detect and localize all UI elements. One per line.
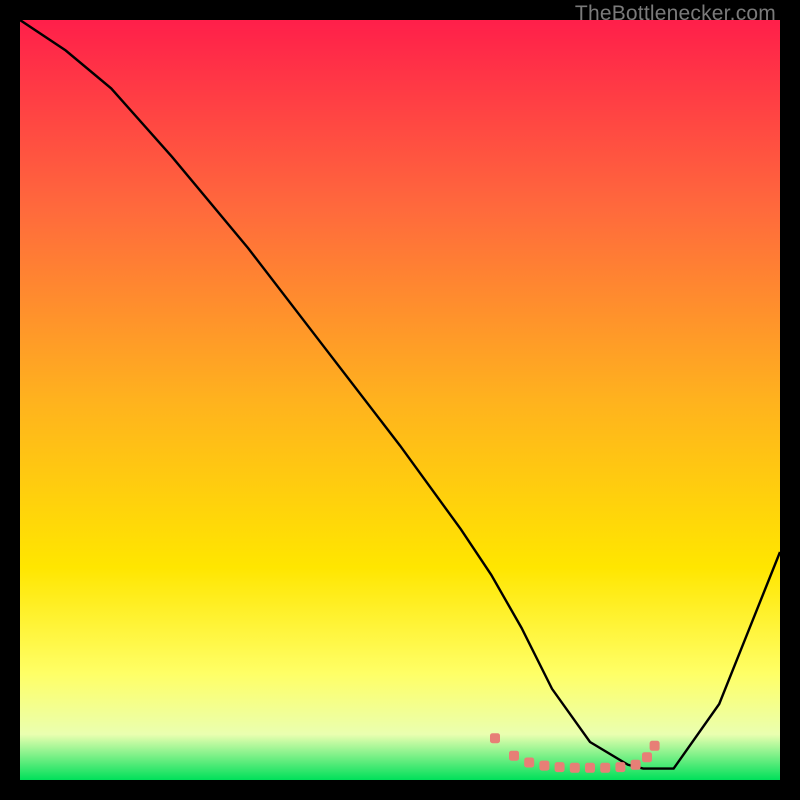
optimal-marker — [642, 752, 652, 762]
optimal-marker — [650, 741, 660, 751]
optimal-marker — [539, 761, 549, 771]
optimal-marker — [490, 733, 500, 743]
chart-frame — [20, 20, 780, 780]
optimal-marker — [524, 758, 534, 768]
optimal-marker — [585, 763, 595, 773]
optimal-marker — [570, 763, 580, 773]
bottleneck-chart — [20, 20, 780, 780]
optimal-marker — [631, 760, 641, 770]
optimal-marker — [555, 762, 565, 772]
optimal-marker — [615, 762, 625, 772]
optimal-marker — [509, 751, 519, 761]
optimal-marker — [600, 763, 610, 773]
chart-background-gradient — [20, 20, 780, 780]
